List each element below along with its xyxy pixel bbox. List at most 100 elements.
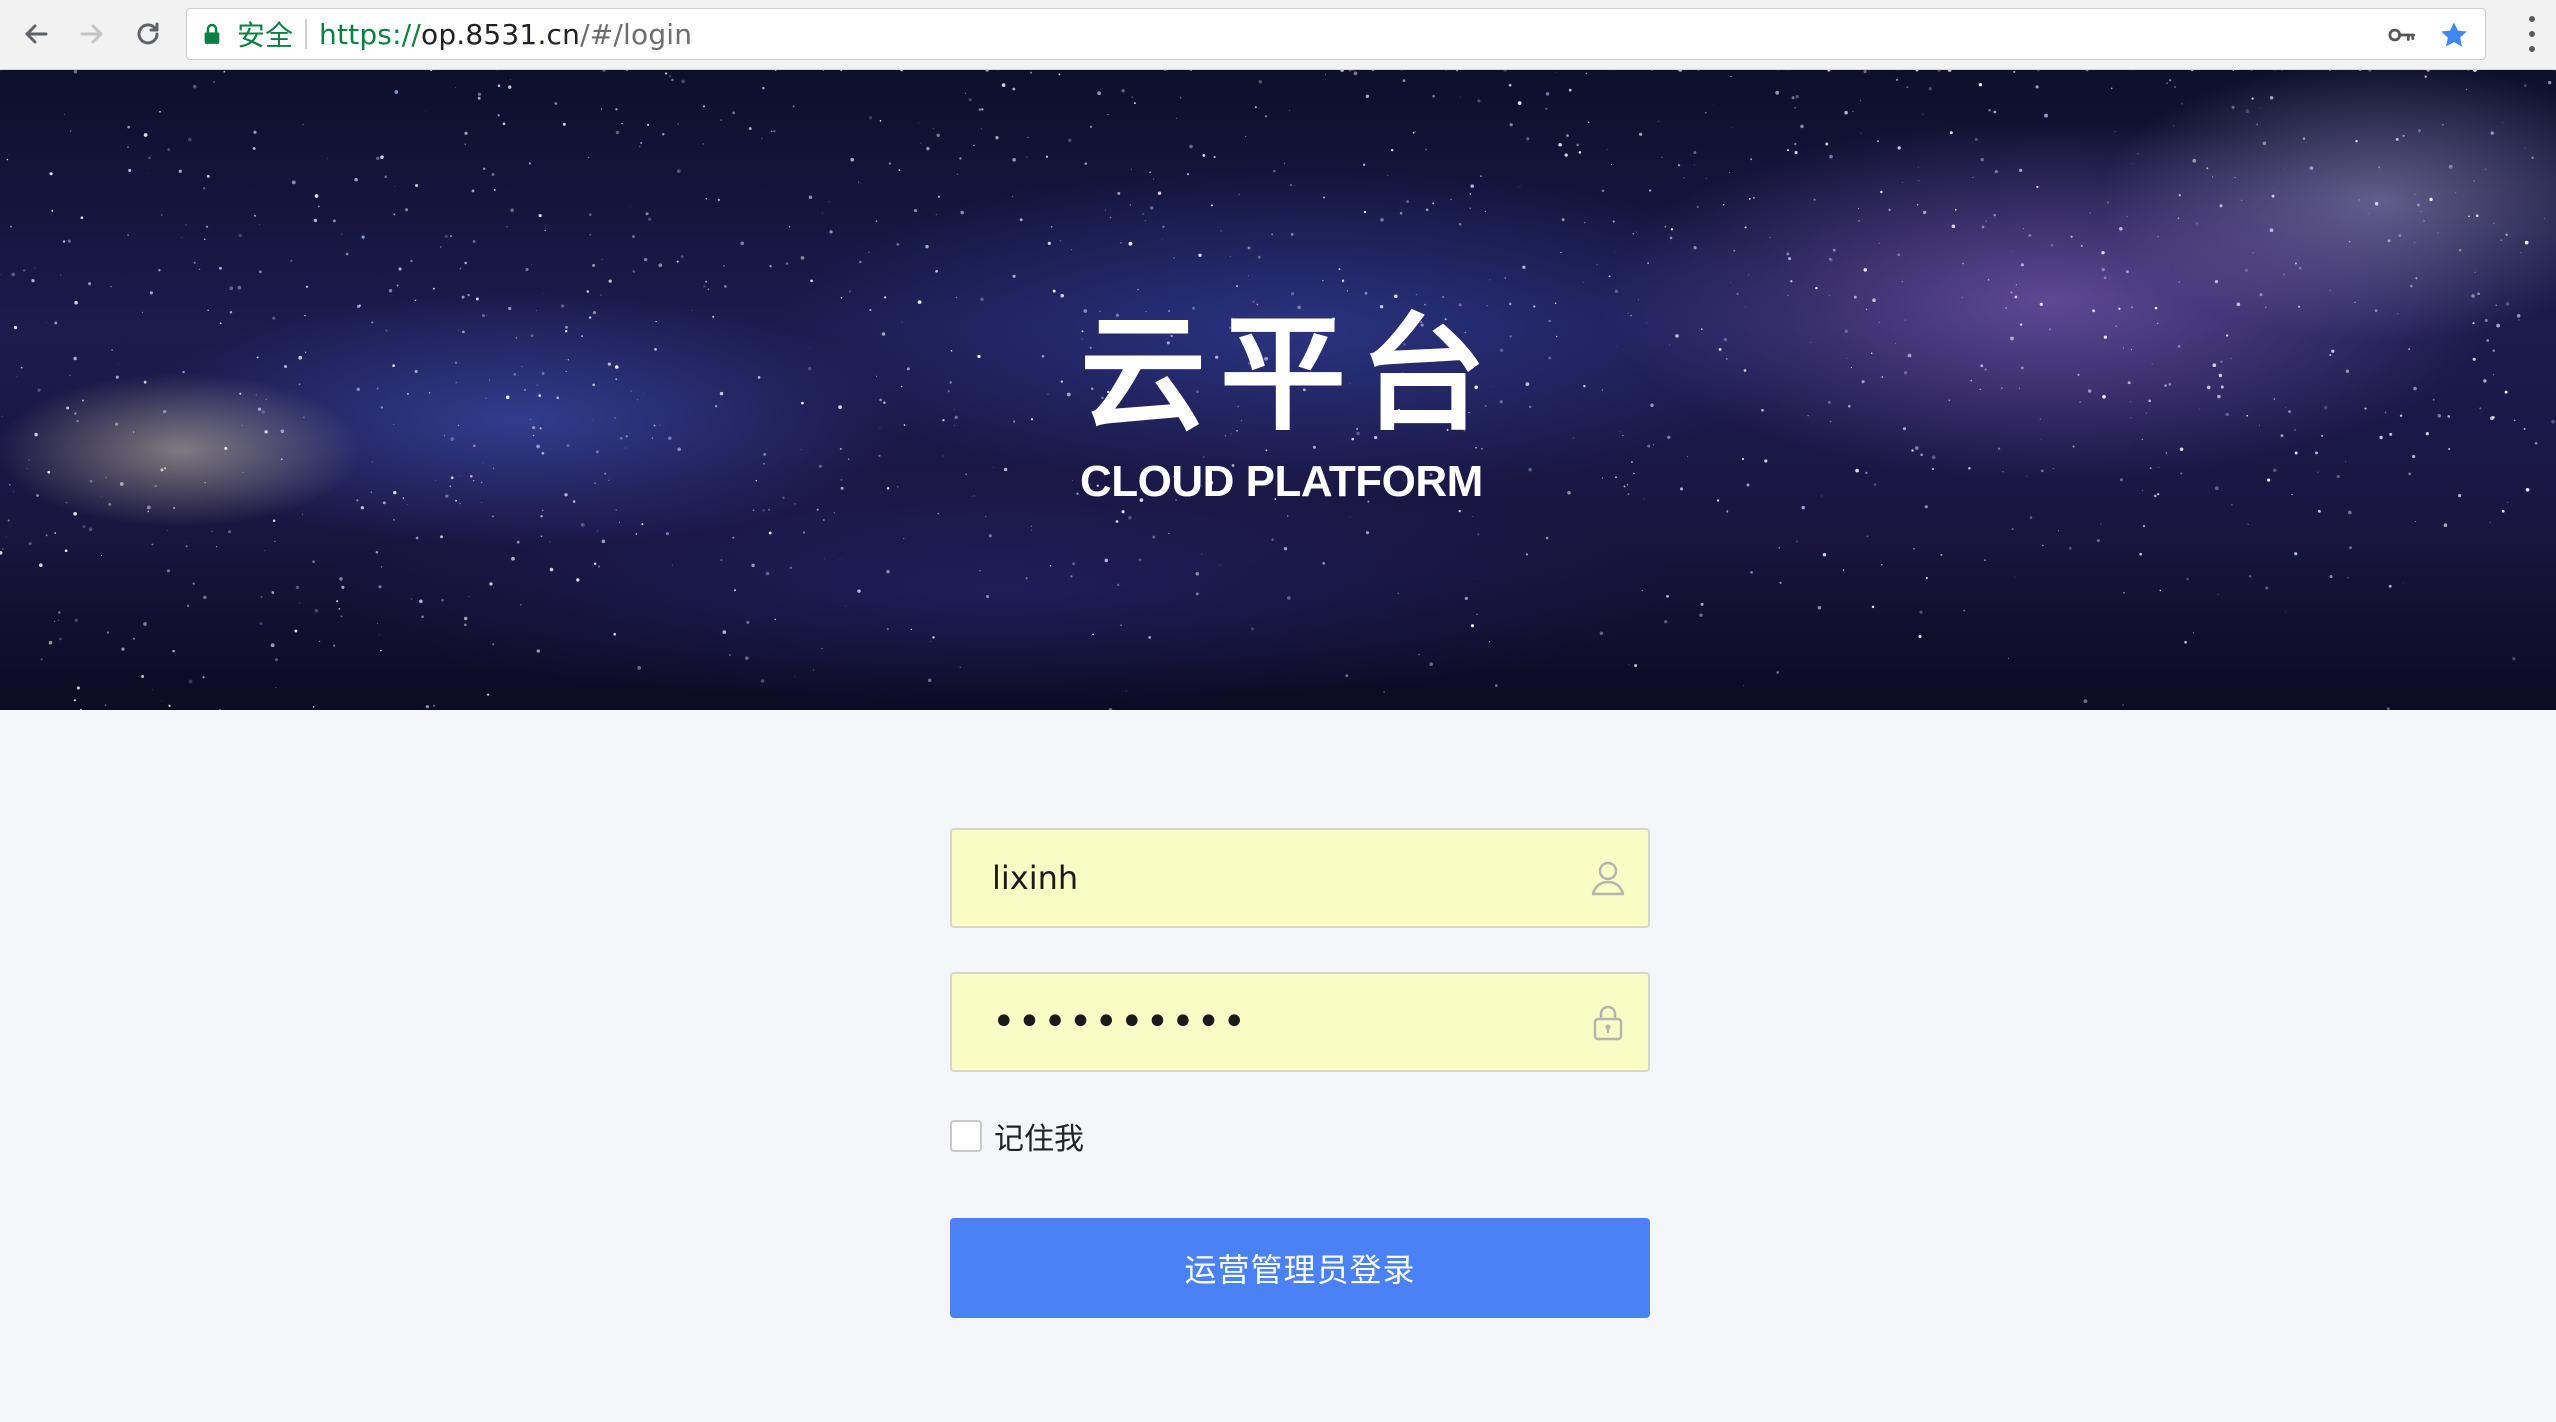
star-dot — [2544, 218, 2545, 220]
password-field[interactable] — [950, 972, 1650, 1072]
star-dot — [464, 143, 466, 146]
star-dot — [34, 267, 36, 269]
star-dot — [1526, 137, 1530, 141]
star-dot — [2364, 407, 2367, 410]
star-dot — [2294, 552, 2298, 556]
star-dot — [513, 373, 517, 376]
star-dot — [2291, 493, 2293, 496]
star-dot — [538, 394, 542, 397]
star-dot — [2156, 322, 2159, 325]
star-dot — [1865, 471, 1868, 475]
star-dot — [2466, 88, 2468, 90]
star-dot — [133, 431, 135, 433]
star-dot — [519, 603, 522, 606]
star-dot — [2035, 85, 2039, 89]
star-dot — [2101, 250, 2105, 255]
star-dot — [1901, 281, 1903, 283]
star-dot — [1906, 86, 1909, 89]
star-dot — [28, 459, 30, 461]
star-dot — [567, 359, 569, 361]
star-dot — [1071, 249, 1073, 251]
star-dot — [591, 419, 593, 420]
username-field[interactable] — [950, 828, 1650, 928]
star-dot — [898, 169, 901, 172]
star-dot — [1628, 664, 1630, 666]
star-dot — [1612, 220, 1615, 223]
star-dot — [1520, 185, 1522, 187]
star-dot — [840, 486, 844, 490]
star-dot — [521, 366, 523, 368]
password-input[interactable] — [952, 974, 1552, 1070]
star-dot — [896, 242, 900, 246]
star-dot — [1987, 351, 1989, 353]
star-dot — [515, 337, 518, 339]
star-dot — [2018, 387, 2021, 389]
star-dot — [2473, 70, 2477, 72]
star-dot — [1894, 343, 1896, 344]
star-dot — [968, 98, 972, 102]
star-dot — [472, 479, 475, 482]
star-dot — [1108, 708, 1113, 710]
forward-button[interactable] — [72, 14, 112, 54]
back-button[interactable] — [16, 14, 56, 54]
star-dot — [193, 261, 196, 264]
login-button[interactable]: 运营管理员登录 — [950, 1218, 1650, 1318]
star-dot — [168, 704, 171, 707]
star-dot — [665, 532, 669, 536]
star-dot — [1844, 329, 1848, 333]
star-dot — [154, 484, 157, 488]
star-dot — [723, 265, 725, 267]
star-dot — [955, 296, 958, 299]
star-dot — [1273, 169, 1276, 173]
star-dot — [312, 705, 315, 708]
star-dot — [732, 536, 735, 539]
star-dot — [878, 454, 881, 458]
star-dot — [1847, 404, 1851, 408]
star-dot — [470, 474, 473, 478]
star-dot — [615, 108, 618, 111]
star-dot — [1730, 282, 1731, 283]
star-dot — [1572, 437, 1574, 439]
address-bar[interactable]: 安全 https://op.8531.cn/#/login — [186, 8, 2486, 60]
star-dot — [1880, 190, 1883, 194]
star-dot — [677, 447, 681, 452]
star-dot — [2002, 471, 2004, 473]
star-dot — [671, 564, 673, 566]
star-dot — [119, 482, 124, 486]
star-dot — [930, 641, 932, 643]
star-dot — [1829, 257, 1833, 262]
star-dot — [1469, 193, 1472, 195]
star-dot — [1153, 178, 1155, 180]
reload-icon — [137, 22, 159, 45]
star-dot — [229, 286, 234, 291]
star-dot — [2164, 384, 2167, 387]
star-icon[interactable] — [2437, 18, 2471, 52]
star-dot — [421, 615, 424, 618]
star-dot — [959, 157, 962, 160]
star-dot — [1371, 70, 1375, 72]
star-dot — [82, 399, 84, 402]
star-dot — [457, 329, 459, 331]
username-input[interactable] — [952, 830, 1552, 926]
star-dot — [1601, 189, 1605, 193]
star-dot — [1349, 516, 1351, 518]
star-dot — [523, 388, 527, 392]
url-text[interactable]: https://op.8531.cn/#/login — [319, 18, 692, 51]
star-dot — [2148, 399, 2151, 403]
star-dot — [1220, 230, 1222, 232]
kebab-menu-icon[interactable] — [2526, 16, 2538, 52]
star-dot — [1752, 196, 1755, 199]
star-dot — [2273, 187, 2274, 189]
star-dot — [2192, 158, 2197, 163]
star-dot — [556, 396, 560, 400]
key-icon[interactable] — [2387, 21, 2417, 49]
remember-me-checkbox[interactable] — [950, 1120, 982, 1152]
star-dot — [2181, 102, 2183, 105]
star-dot — [402, 497, 405, 499]
star-dot — [1284, 163, 1285, 165]
star-dot — [259, 621, 263, 626]
star-dot — [147, 510, 149, 513]
reload-button[interactable] — [128, 14, 168, 54]
star-dot — [1583, 384, 1586, 388]
remember-me-label[interactable]: 记住我 — [994, 1114, 1084, 1158]
